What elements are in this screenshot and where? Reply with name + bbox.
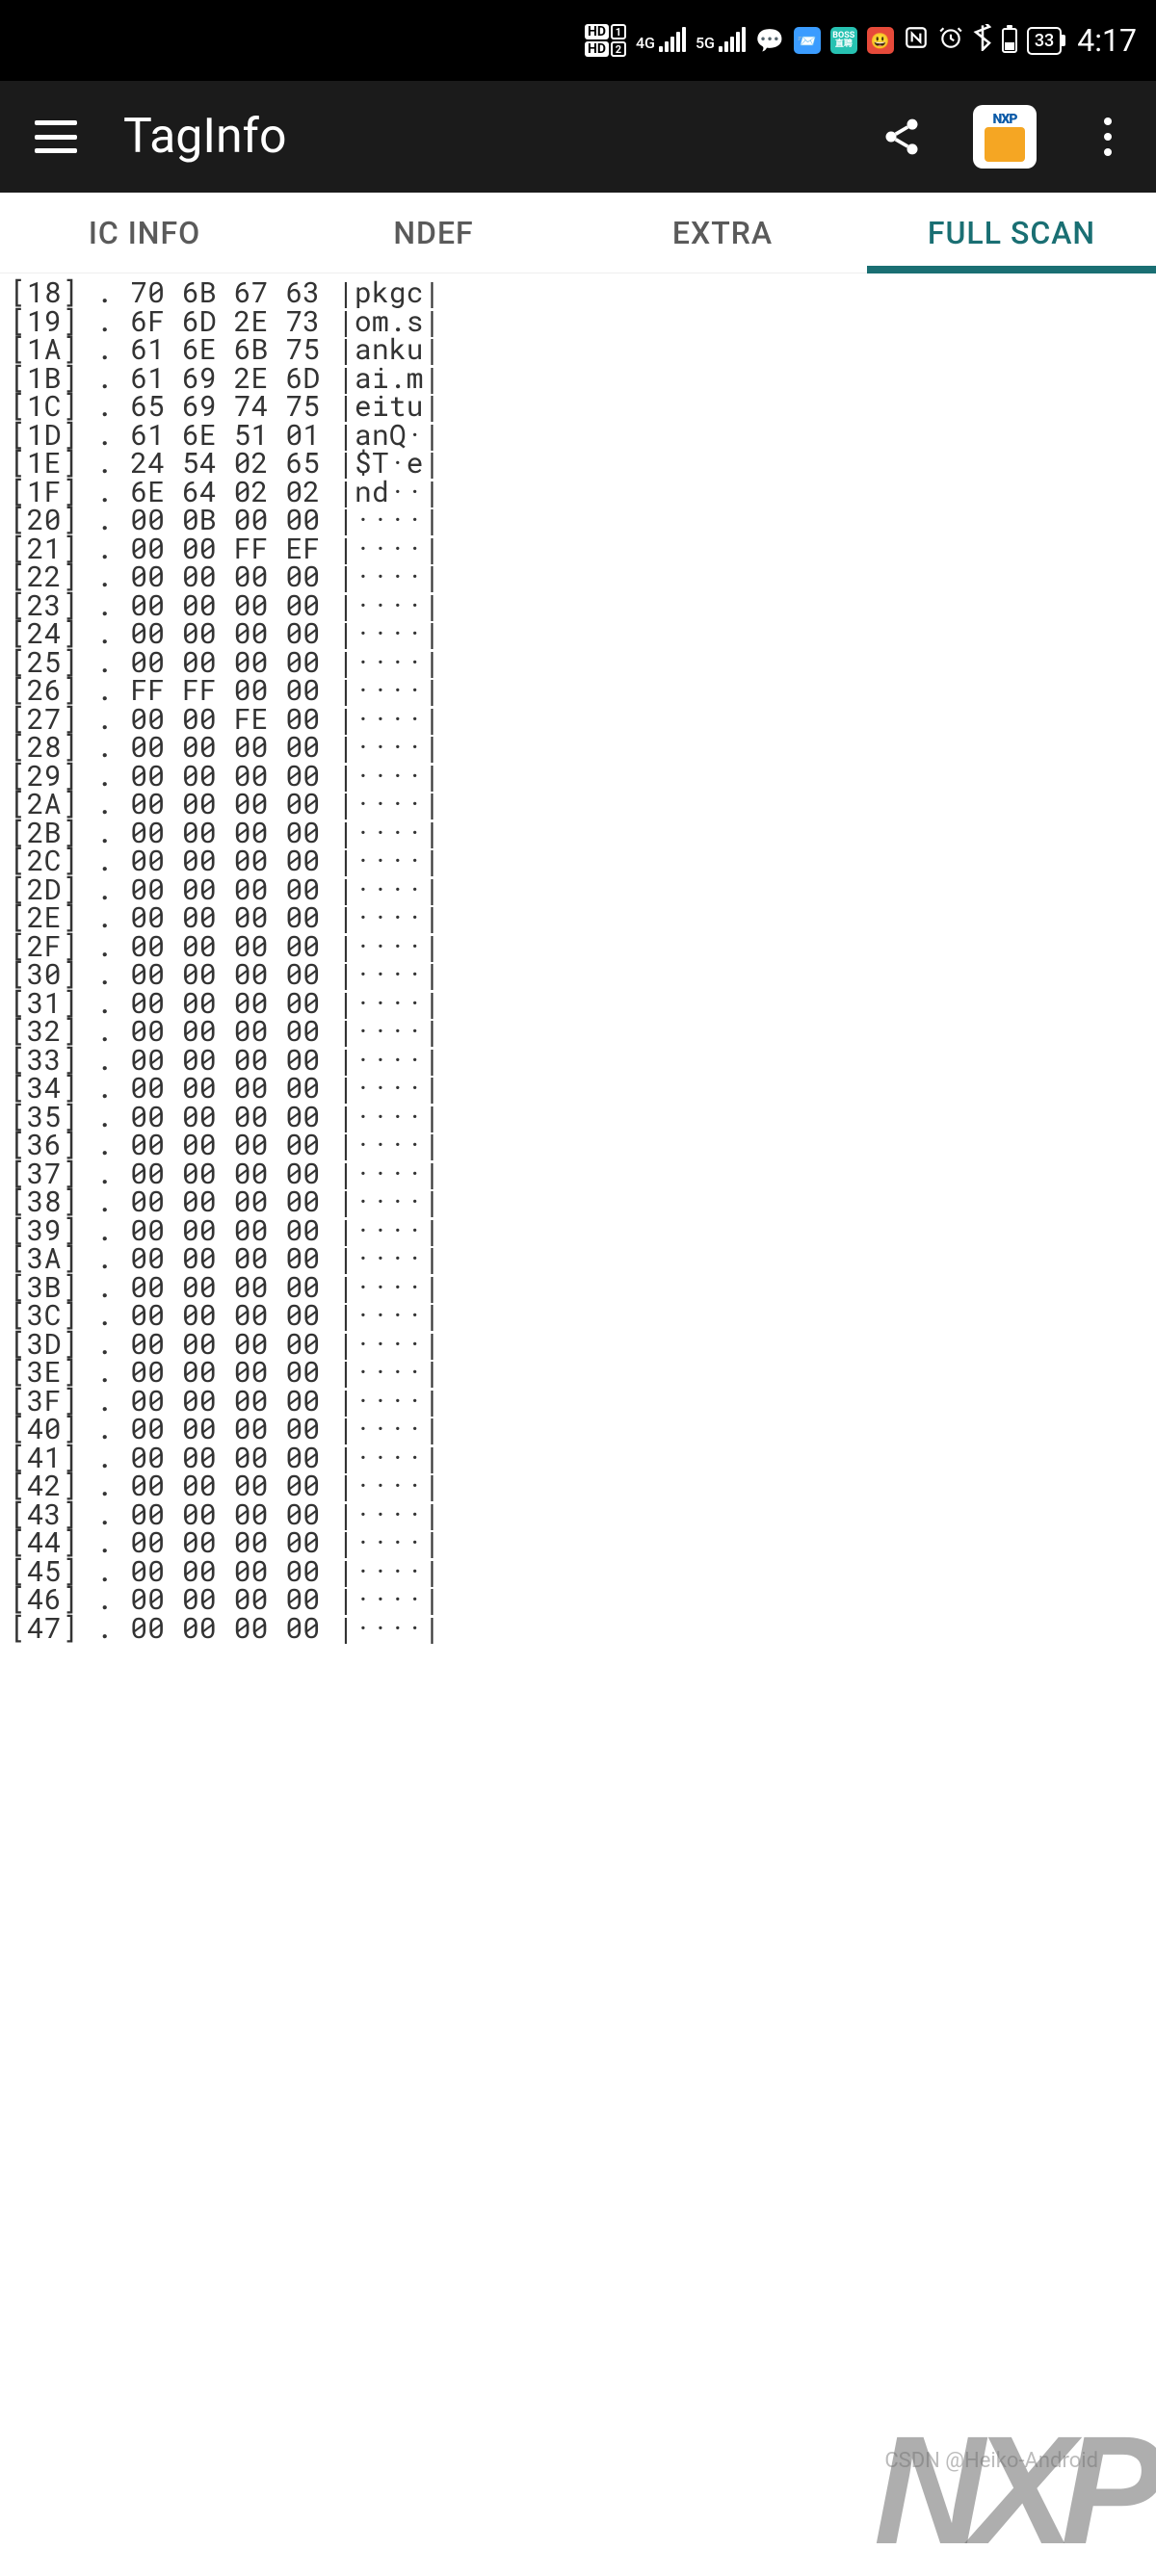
app-bar: TagInfo NXP bbox=[0, 81, 1156, 193]
tab-ic-info[interactable]: IC INFO bbox=[0, 193, 289, 273]
hd1-label: HD bbox=[585, 24, 609, 39]
share-button[interactable] bbox=[877, 112, 927, 162]
bluetooth-icon bbox=[973, 24, 992, 58]
nxp-tagwriter-button[interactable]: NXP bbox=[973, 105, 1037, 169]
signal-5g-label: 5G bbox=[696, 34, 715, 52]
hd-indicator-stack: HD 1 HD 2 bbox=[585, 24, 626, 57]
signal-5g: 5G bbox=[696, 29, 746, 52]
signal-bars-icon bbox=[719, 29, 746, 52]
tab-ndef[interactable]: NDEF bbox=[289, 193, 578, 273]
battery-level-icon bbox=[1002, 28, 1017, 53]
more-vert-icon bbox=[1104, 117, 1112, 125]
hamburger-icon bbox=[35, 120, 77, 125]
share-icon bbox=[880, 116, 923, 158]
tab-full-scan[interactable]: FULL SCAN bbox=[867, 193, 1156, 273]
status-bar: HD 1 HD 2 4G 5G 💬 📨 BOSS直聘 😃 33 4:17 bbox=[0, 0, 1156, 81]
app-title: TagInfo bbox=[123, 109, 830, 165]
nxp-logo-text: NXP bbox=[992, 112, 1016, 127]
battery-percent: 33 bbox=[1027, 27, 1062, 55]
hd2-badge: HD 2 bbox=[585, 41, 626, 57]
app-notification-icon-2: 😃 bbox=[867, 27, 894, 54]
boss-app-icon: BOSS直聘 bbox=[830, 27, 857, 54]
dump-row: [47] . 00 00 00 00 |····| bbox=[10, 1613, 1146, 1642]
signal-4g-label: 4G bbox=[636, 34, 655, 52]
overflow-menu-button[interactable] bbox=[1083, 112, 1133, 162]
signal-bars-icon bbox=[659, 29, 686, 52]
hd1-badge: HD 1 bbox=[585, 24, 626, 39]
tag-icon bbox=[985, 127, 1025, 162]
wechat-icon: 💬 bbox=[755, 27, 784, 54]
nfc-icon bbox=[904, 25, 929, 57]
nxp-watermark: NXP bbox=[874, 2444, 1150, 2537]
tab-bar: IC INFONDEFEXTRAFULL SCAN bbox=[0, 193, 1156, 273]
hd1-sim: 1 bbox=[611, 24, 626, 39]
tab-extra[interactable]: EXTRA bbox=[578, 193, 867, 273]
menu-button[interactable] bbox=[35, 120, 77, 153]
hd2-sim: 2 bbox=[611, 41, 626, 57]
app-notification-icon: 📨 bbox=[794, 27, 821, 54]
memory-dump[interactable]: [18] . 70 6B 67 63 |pkgc|[19] . 6F 6D 2E… bbox=[0, 273, 1156, 1645]
hd2-label: HD bbox=[585, 41, 609, 57]
csdn-watermark: CSDN @Heiko-Android bbox=[884, 2449, 1098, 2473]
status-clock: 4:17 bbox=[1077, 22, 1137, 59]
signal-4g: 4G bbox=[636, 29, 686, 52]
alarm-icon bbox=[938, 25, 963, 57]
